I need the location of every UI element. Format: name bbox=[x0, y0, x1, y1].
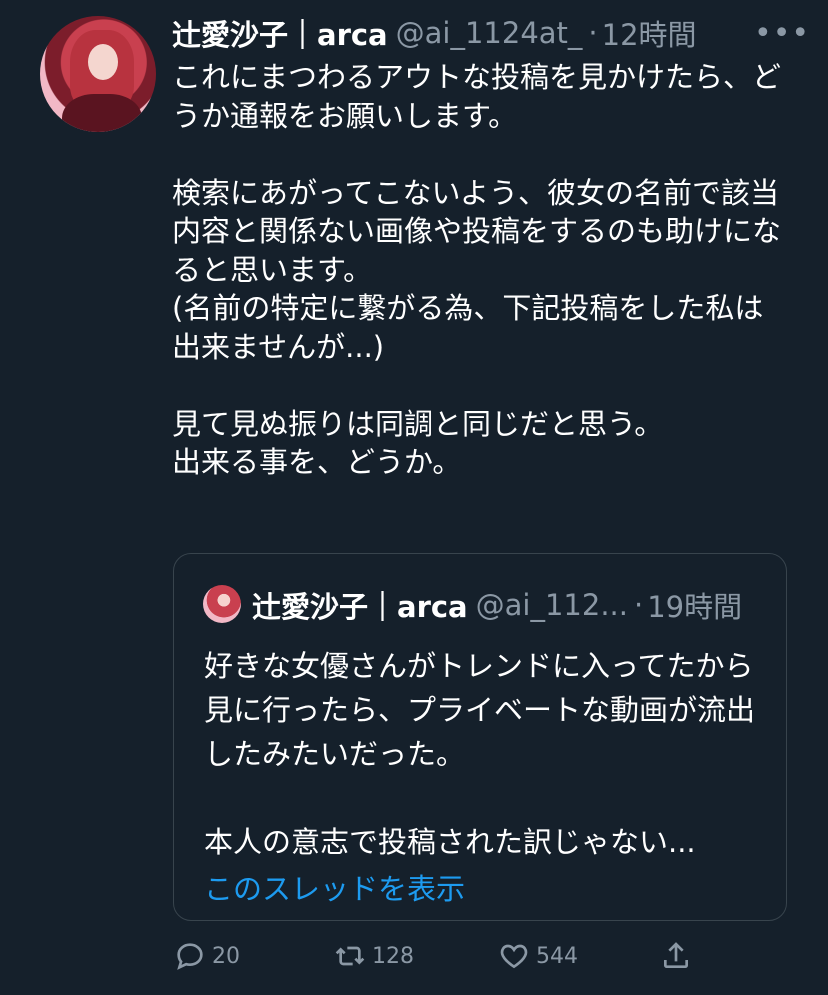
reply-button[interactable]: 20 bbox=[174, 940, 240, 972]
tweet-text: これにまつわるアウトな投稿を見かけたら、どうか通報をお願いします。 検索にあがっ… bbox=[172, 60, 782, 479]
tweet-actions: 20 128 544 bbox=[172, 940, 712, 980]
tweet-header: 辻愛沙子｜arca @ai_1124at_ · 12時間 bbox=[172, 14, 697, 52]
avatar-face bbox=[88, 44, 118, 80]
quoted-author-handle: @ai_112... bbox=[475, 588, 628, 622]
avatar-body bbox=[62, 94, 142, 132]
heart-icon bbox=[500, 944, 528, 969]
retweet-button[interactable]: 128 bbox=[334, 940, 414, 972]
share-button[interactable] bbox=[660, 940, 692, 972]
quoted-text: 好きな女優さんがトレンドに入ってたから見に行ったら、プライベートな動画が流出した… bbox=[204, 649, 756, 859]
more-options-icon[interactable]: ••• bbox=[754, 16, 810, 51]
quoted-separator-dot: · bbox=[633, 588, 644, 622]
like-count: 544 bbox=[536, 943, 578, 969]
author-avatar[interactable] bbox=[40, 16, 156, 132]
like-button[interactable]: 544 bbox=[498, 940, 578, 972]
retweet-count: 128 bbox=[372, 943, 414, 969]
quoted-author-name: 辻愛沙子｜arca bbox=[252, 590, 468, 624]
retweet-icon bbox=[335, 946, 365, 966]
share-icon bbox=[664, 942, 688, 968]
author-handle[interactable]: @ai_1124at_ bbox=[396, 16, 583, 50]
reply-icon bbox=[177, 943, 203, 970]
quoted-header: 辻愛沙子｜arca @ai_112... · 19時間 bbox=[252, 585, 742, 625]
tweet-time[interactable]: 12時間 bbox=[602, 12, 697, 54]
quoted-author-avatar bbox=[203, 585, 241, 623]
quoted-time: 19時間 bbox=[647, 590, 743, 624]
quoted-tweet[interactable]: 辻愛沙子｜arca @ai_112... · 19時間 好きな女優さんがトレンド… bbox=[173, 553, 787, 921]
reply-count: 20 bbox=[212, 943, 240, 969]
show-thread-link[interactable]: このスレッドを表示 bbox=[204, 866, 465, 908]
author-name[interactable]: 辻愛沙子｜arca bbox=[172, 12, 388, 54]
separator-dot: · bbox=[588, 16, 598, 50]
